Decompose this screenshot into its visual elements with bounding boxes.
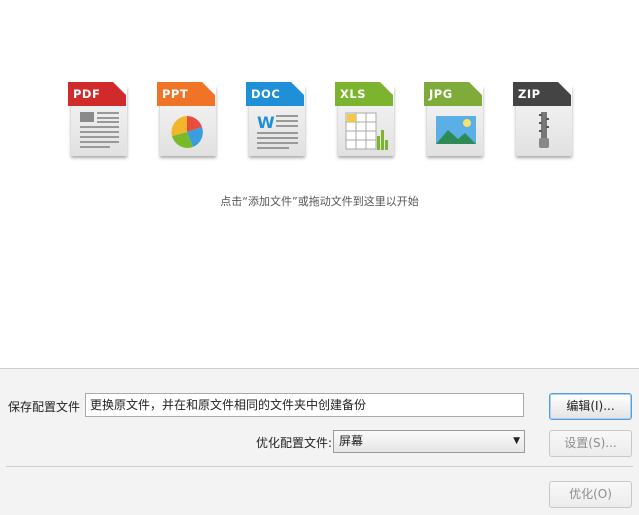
zip-tag: ZIP (513, 82, 572, 106)
edit-button[interactable]: 编辑(I)... (549, 393, 632, 420)
pdf-tag: PDF (68, 82, 127, 106)
settings-button[interactable]: 设置(S)... (549, 430, 632, 457)
save-config-field[interactable]: 更换原文件，并在和原文件相同的文件夹中创建备份 (85, 393, 524, 417)
optimize-config-selected: 屏幕 (339, 434, 364, 448)
zip-file-icon: ZIP (513, 82, 573, 158)
save-config-label: 保存配置文件 (8, 400, 81, 414)
optimize-config-label: 优化配置文件: (256, 436, 333, 450)
xls-file-icon: XLS (335, 82, 395, 158)
optimize-config-select[interactable]: 屏幕 ▼ (333, 430, 525, 453)
doc-tag: DOC (246, 82, 305, 106)
doc-file-icon: DOC W (246, 82, 306, 158)
dropdown-arrow-icon: ▼ (513, 436, 520, 446)
ppt-tag: PPT (157, 82, 216, 106)
drop-hint-text: 点击“添加文件”或拖动文件到这里以开始 (220, 195, 419, 208)
svg-text:W: W (257, 113, 275, 132)
file-type-icons: PDF PPT DOC W XLS JPG ZIP (68, 82, 578, 162)
divider (6, 466, 633, 467)
xls-tag: XLS (335, 82, 394, 106)
file-drop-area[interactable]: PDF PPT DOC W XLS JPG ZIP 点击“添加文件”或拖动文件到… (0, 0, 639, 369)
optimize-button[interactable]: 优化(O) (549, 481, 632, 508)
jpg-file-icon: JPG (424, 82, 484, 158)
jpg-tag: JPG (424, 82, 483, 106)
pdf-file-icon: PDF (68, 82, 128, 158)
ppt-file-icon: PPT (157, 82, 217, 158)
